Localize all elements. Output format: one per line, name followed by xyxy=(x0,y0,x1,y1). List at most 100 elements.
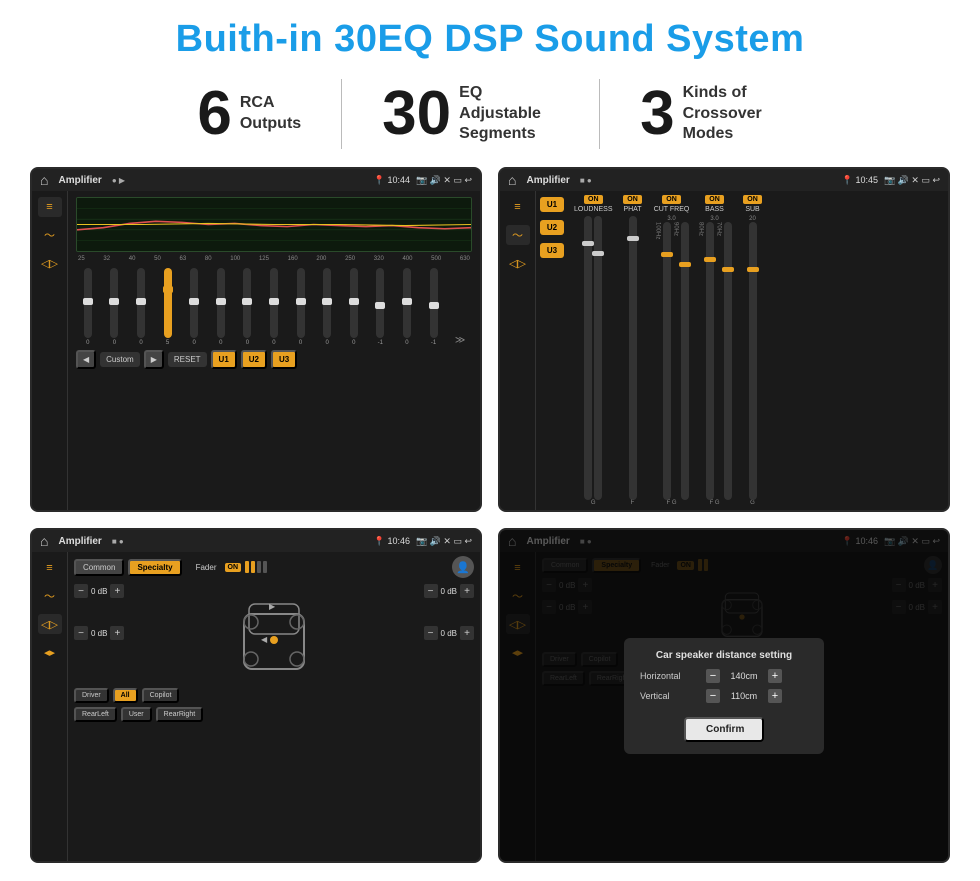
eq-slider-4: 0 xyxy=(182,268,206,346)
u2-btn[interactable]: U2 xyxy=(540,220,564,235)
sub-label: SUB xyxy=(745,206,759,213)
nav-user[interactable]: User xyxy=(121,707,152,722)
vertical-plus[interactable]: + xyxy=(768,689,782,703)
eq-slider-3: 5 xyxy=(156,268,180,346)
sidebar-vol-icon-3[interactable]: ◂▸ xyxy=(38,642,62,662)
nav-copilot[interactable]: Copilot xyxy=(142,688,180,703)
eq-slider-1: 0 xyxy=(103,268,127,346)
status-bar-2: ⌂ Amplifier ■ ● 📍 10:45 📷 🔊 ✕ ▭ ↩ xyxy=(500,169,948,191)
eq-u1-btn[interactable]: U1 xyxy=(211,350,237,369)
eq-main: 2532405063 80100125160200 25032040050063… xyxy=(68,191,480,510)
db-plus-fr[interactable]: + xyxy=(460,584,474,598)
nav-driver[interactable]: Driver xyxy=(74,688,109,703)
u3-btn[interactable]: U3 xyxy=(540,243,564,258)
db-plus-rr[interactable]: + xyxy=(460,626,474,640)
sidebar-speaker-icon[interactable]: ◁▷ xyxy=(38,253,62,273)
db-minus-fr[interactable]: − xyxy=(424,584,438,598)
nav-rearleft[interactable]: RearLeft xyxy=(74,707,117,722)
db-val-rl: 0 dB xyxy=(91,629,107,638)
vertical-label: Vertical xyxy=(640,691,700,701)
home-icon-3: ⌂ xyxy=(40,533,48,549)
sidebar-wave-icon-2[interactable]: 〜 xyxy=(506,225,530,245)
db-val-fr: 0 dB xyxy=(441,587,457,596)
sidebar-eq-icon-2[interactable]: ≡ xyxy=(506,197,530,217)
left-sidebar-3: ≡ 〜 ◁▷ ◂▸ xyxy=(32,552,68,861)
speaker-main: Common Specialty Fader ON 👤 xyxy=(68,552,480,861)
eq-bottom-bar: ◀ Custom ▶ RESET U1 U2 U3 xyxy=(76,350,472,369)
eq-slider-9: 0 xyxy=(315,268,339,346)
eq-u3-btn[interactable]: U3 xyxy=(271,350,297,369)
status-time-3: 📍 10:46 xyxy=(374,536,410,547)
status-dots-3: ■ ● xyxy=(112,537,124,546)
screen-content-2: ≡ 〜 ◁▷ U1 U2 U3 ON LOUDNESS xyxy=(500,191,948,510)
tab-specialty[interactable]: Specialty xyxy=(128,559,181,576)
tab-common[interactable]: Common xyxy=(74,559,124,576)
sidebar-eq-icon[interactable]: ≡ xyxy=(38,197,62,217)
eq-play-btn[interactable]: ▶ xyxy=(144,350,164,369)
nav-all[interactable]: All xyxy=(113,688,138,703)
status-icons-2: 📷 🔊 ✕ ▭ ↩ xyxy=(884,175,940,186)
stat-desc-rca: RCAOutputs xyxy=(240,93,301,135)
status-bar-1: ⌂ Amplifier ● ▶ 📍 10:44 📷 🔊 ✕ ▭ ↩ xyxy=(32,169,480,191)
db-minus-fl[interactable]: − xyxy=(74,584,88,598)
sidebar-eq-icon-3[interactable]: ≡ xyxy=(38,558,62,578)
dialog-title: Car speaker distance setting xyxy=(640,650,808,661)
status-icons-1: 📷 🔊 ✕ ▭ ↩ xyxy=(416,175,472,186)
sidebar-speaker-icon-2[interactable]: ◁▷ xyxy=(506,253,530,273)
stat-number-30: 30 xyxy=(382,83,451,145)
dialog-overlay: Car speaker distance setting Horizontal … xyxy=(500,530,948,861)
eq-slider-8: 0 xyxy=(289,268,313,346)
eq-prev-btn[interactable]: ◀ xyxy=(76,350,96,369)
eq-u2-btn[interactable]: U2 xyxy=(241,350,267,369)
eq-slider-10: 0 xyxy=(342,268,366,346)
db-row-rr: − 0 dB + xyxy=(424,626,474,640)
db-minus-rr[interactable]: − xyxy=(424,626,438,640)
db-row-rl: − 0 dB + xyxy=(74,626,124,640)
fader-bars xyxy=(245,561,267,573)
left-sidebar-1: ≡ 〜 ◁▷ xyxy=(32,191,68,510)
sidebar-speaker-icon-3[interactable]: ◁▷ xyxy=(38,614,62,634)
horizontal-plus[interactable]: + xyxy=(768,669,782,683)
status-title-1: Amplifier xyxy=(58,175,101,186)
stat-number-6: 6 xyxy=(197,83,231,145)
horizontal-minus[interactable]: − xyxy=(706,669,720,683)
on-badge-sub: ON xyxy=(743,195,762,204)
sidebar-wave-icon[interactable]: 〜 xyxy=(38,225,62,245)
car-diagram: ▶ ◀ xyxy=(130,584,417,684)
profile-icon[interactable]: 👤 xyxy=(452,556,474,578)
svg-text:▶: ▶ xyxy=(269,602,276,611)
screen-content-1: ≡ 〜 ◁▷ xyxy=(32,191,480,510)
on-badge-phat: ON xyxy=(623,195,642,204)
db-row-fr: − 0 dB + xyxy=(424,584,474,598)
left-sidebar-2: ≡ 〜 ◁▷ xyxy=(500,191,536,510)
dialog-row-horizontal: Horizontal − 140cm + xyxy=(640,669,808,683)
screen-eq: ⌂ Amplifier ● ▶ 📍 10:44 📷 🔊 ✕ ▭ ↩ ≡ 〜 ◁▷ xyxy=(30,167,482,512)
eq-slider-6: 0 xyxy=(236,268,260,346)
stat-eq: 30 EQ AdjustableSegments xyxy=(342,83,599,145)
eq-more[interactable]: ≫ xyxy=(448,335,472,346)
nav-rearright[interactable]: RearRight xyxy=(156,707,204,722)
u1-btn[interactable]: U1 xyxy=(540,197,564,212)
eq-slider-2: 0 xyxy=(129,268,153,346)
page-wrapper: Buith-in 30EQ DSP Sound System 6 RCAOutp… xyxy=(0,0,980,881)
screen-dialog: ⌂ Amplifier ■ ● 📍 10:46 📷 🔊 ✕ ▭ ↩ ≡ 〜 ◁▷… xyxy=(498,528,950,863)
confirm-button[interactable]: Confirm xyxy=(684,717,764,742)
loudness-label: LOUDNESS xyxy=(574,206,613,213)
eq-slider-11: -1 xyxy=(369,268,393,346)
eq-reset-btn[interactable]: RESET xyxy=(168,352,207,367)
db-val-rr: 0 dB xyxy=(441,629,457,638)
dialog-row-vertical: Vertical − 110cm + xyxy=(640,689,808,703)
stat-crossover: 3 Kinds ofCrossover Modes xyxy=(600,83,822,145)
vertical-minus[interactable]: − xyxy=(706,689,720,703)
eq-custom-btn[interactable]: Custom xyxy=(100,352,140,367)
db-plus-rl[interactable]: + xyxy=(110,626,124,640)
stat-desc-eq: EQ AdjustableSegments xyxy=(459,83,559,145)
horizontal-val: 140cm xyxy=(724,671,764,681)
screens-grid: ⌂ Amplifier ● ▶ 📍 10:44 📷 🔊 ✕ ▭ ↩ ≡ 〜 ◁▷ xyxy=(30,167,950,863)
status-dots-1: ● ▶ xyxy=(112,176,125,185)
db-minus-rl[interactable]: − xyxy=(74,626,88,640)
sidebar-wave-icon-3[interactable]: 〜 xyxy=(38,586,62,606)
horizontal-ctrl: − 140cm + xyxy=(706,669,782,683)
status-time-1: 📍 10:44 xyxy=(374,175,410,186)
db-plus-fl[interactable]: + xyxy=(110,584,124,598)
